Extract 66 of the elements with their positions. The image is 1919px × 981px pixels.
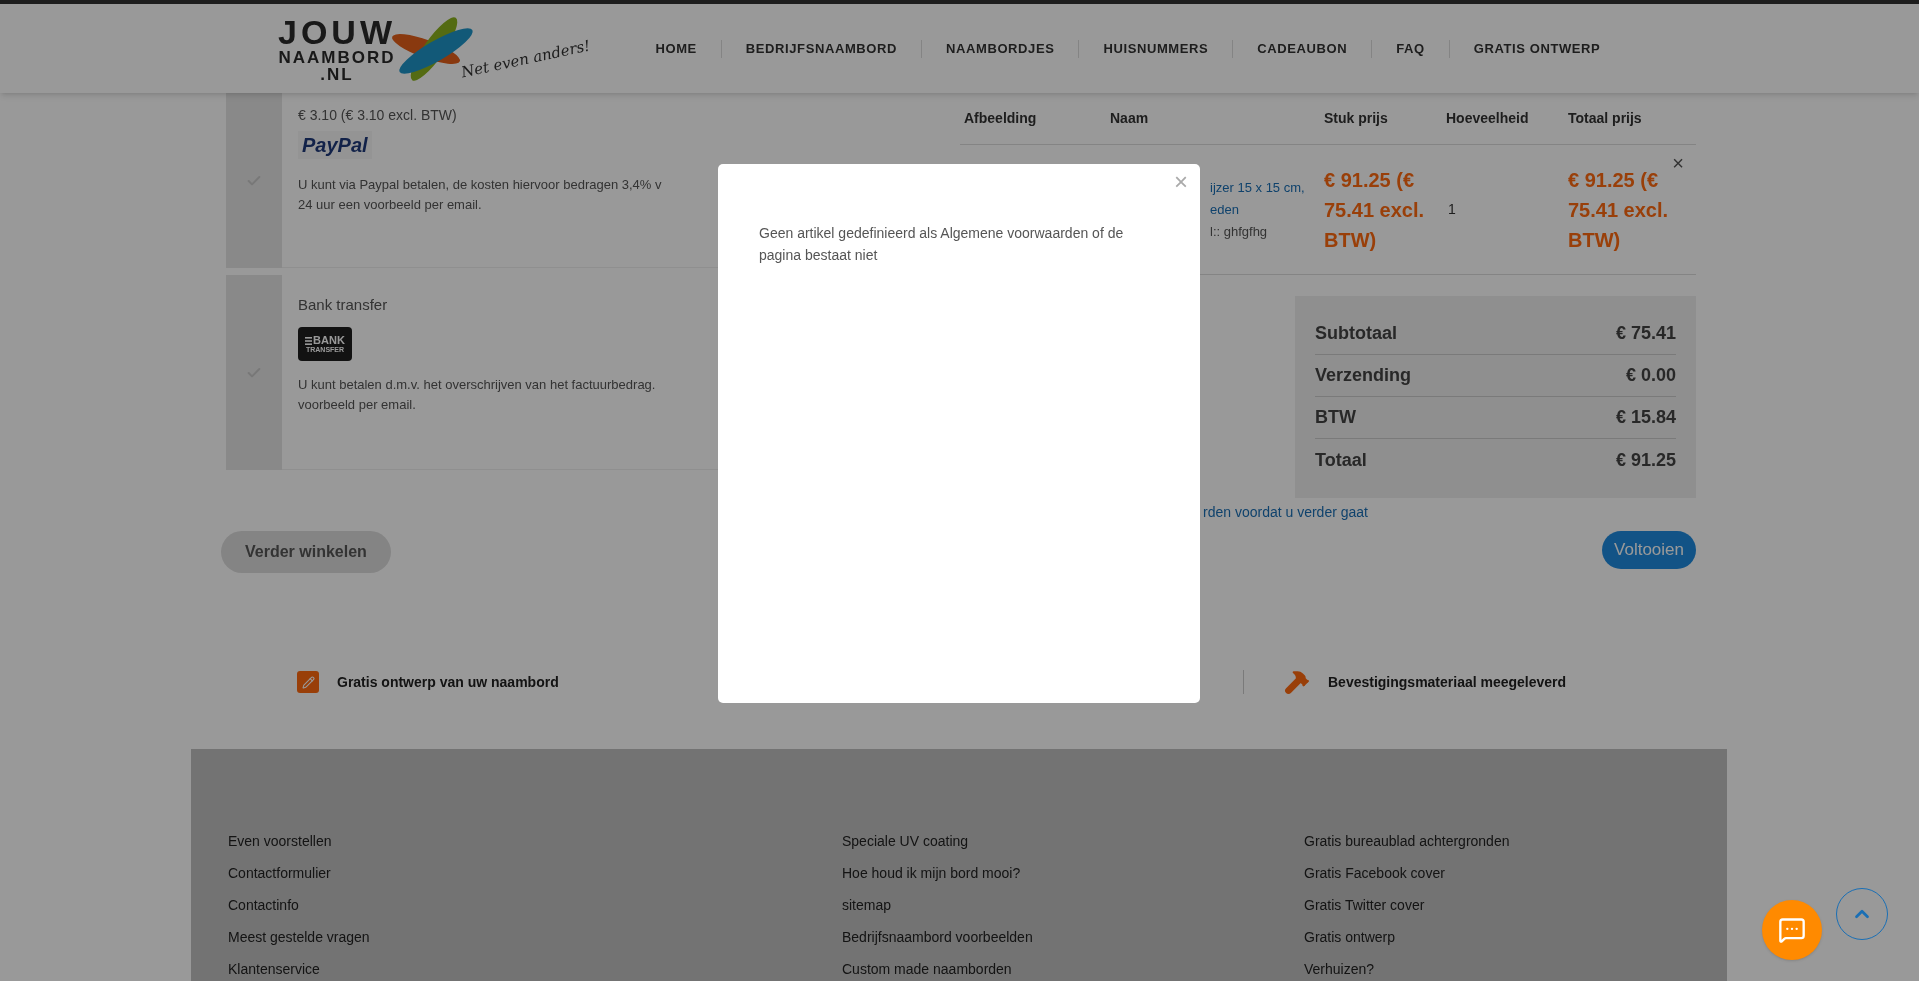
column-header: Stuk prijs xyxy=(1324,109,1389,128)
payment-description: voorbeeld per email. xyxy=(298,396,416,414)
totals-label: BTW xyxy=(1315,406,1356,429)
footer-link[interactable]: sitemap xyxy=(842,895,1304,915)
footer-link[interactable]: Contactformulier xyxy=(228,863,842,883)
footer-link[interactable]: Gratis Twitter cover xyxy=(1304,895,1704,915)
lines-icon xyxy=(305,336,313,345)
footer-link[interactable]: Hoe houd ik mijn bord mooi? xyxy=(842,863,1304,883)
totals-value: € 0.00 xyxy=(1625,364,1676,387)
footer-link[interactable]: Meest gestelde vragen xyxy=(228,927,842,947)
finish-button[interactable]: Voltooien xyxy=(1602,531,1696,569)
totals-label: Verzending xyxy=(1315,364,1412,387)
product-link[interactable]: eden xyxy=(1210,198,1324,221)
footer-link[interactable]: Verhuizen? xyxy=(1304,959,1704,979)
footer-link[interactable]: Klantenservice xyxy=(228,959,842,979)
payment-description: U kunt betalen d.m.v. het overschrijven van het factuurbedrag. xyxy=(298,376,656,394)
close-button[interactable]: × xyxy=(1174,170,1188,194)
logo-text: .NL xyxy=(320,65,354,83)
footer-link[interactable]: Gratis Facebook cover xyxy=(1304,863,1704,883)
option-check-box[interactable] xyxy=(226,93,282,268)
totals-value: € 91.25 xyxy=(1615,448,1676,472)
feature-text: Gratis ontwerp van uw naambord xyxy=(337,672,559,692)
product-link[interactable]: ijzer 15 x 15 cm, xyxy=(1210,176,1324,199)
payment-name: Bank transfer xyxy=(298,295,389,315)
totals-value: € 15.84 xyxy=(1615,406,1676,429)
hammer-icon xyxy=(1284,669,1310,695)
logo-text: BANK xyxy=(313,335,345,346)
nav-link[interactable]: FAQ xyxy=(1372,38,1449,59)
paypal-logo: PayPal xyxy=(298,131,372,159)
logo-text: JOUW xyxy=(278,14,396,49)
continue-shopping-button[interactable]: Verder winkelen xyxy=(221,531,391,573)
option-check-box[interactable] xyxy=(226,275,282,470)
footer-link[interactable]: Bedrijfsnaambord voorbeelden xyxy=(842,927,1304,947)
totals-value: € 75.41 xyxy=(1615,322,1676,345)
column-header: Hoeveelheid xyxy=(1446,109,1530,128)
column-header: Afbeelding xyxy=(963,109,1038,128)
column-header: Totaal prijs xyxy=(1568,109,1643,128)
feature-text: Bevestigingsmateriaal meegeleverd xyxy=(1328,672,1567,692)
logo-tagline: Net even anders! xyxy=(459,35,593,84)
chat-icon xyxy=(1778,916,1806,944)
remove-button[interactable]: × xyxy=(1672,153,1684,173)
column-header: Naam xyxy=(1109,109,1150,128)
product-option: l:: ghfgfhg xyxy=(1210,220,1324,243)
nav-link[interactable]: HOME xyxy=(631,38,721,59)
chat-button[interactable] xyxy=(1762,900,1822,960)
nav-link[interactable]: NAAMBORDJES xyxy=(922,38,1079,59)
nav-link[interactable]: CADEAUBON xyxy=(1233,38,1372,59)
footer-link[interactable]: Gratis ontwerp xyxy=(1304,927,1704,947)
nav-link[interactable]: BEDRIJFSNAAMBORD xyxy=(721,38,921,59)
total-price: € 91.25 (€ 75.41 excl. BTW) xyxy=(1568,167,1670,253)
footer-link[interactable]: Contactinfo xyxy=(228,895,842,915)
quantity: 1 xyxy=(1447,201,1456,217)
footer-link[interactable]: Speciale UV coating xyxy=(842,831,1304,851)
payment-description: 24 uur een voorbeeld per email. xyxy=(298,196,482,214)
modal-message: Geen artikel gedefinieerd als Algemene voorwaarden of de pagina bestaat niet xyxy=(759,224,1125,265)
payment-price: € 3.10 (€ 3.10 excl. BTW) xyxy=(298,106,458,125)
logo-text: NAAMBORD xyxy=(278,48,396,66)
totals-label: Totaal xyxy=(1315,448,1367,472)
footer-link[interactable]: Even voorstellen xyxy=(228,831,842,851)
totals-label: Subtotaal xyxy=(1315,322,1397,345)
pencil-icon xyxy=(297,671,319,693)
nav-link[interactable]: HUISNUMMERS xyxy=(1079,38,1233,59)
footer-link[interactable]: Gratis bureaublad achtergronden xyxy=(1304,831,1704,851)
nav-link[interactable]: GRATIS ONTWERP xyxy=(1449,38,1625,59)
payment-description: U kunt via Paypal betalen, de kosten hiervoor bedragen 3,4% v xyxy=(298,176,662,194)
footer-link[interactable]: Custom made naamborden xyxy=(842,959,1304,979)
